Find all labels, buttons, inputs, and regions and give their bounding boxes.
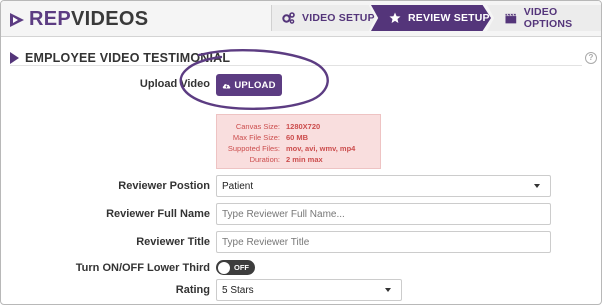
reviewer-title-input[interactable]: Type Reviewer Title <box>216 231 551 253</box>
reviewer-title-placeholder: Type Reviewer Title <box>222 236 310 248</box>
info-row: Max File Size: 60 MB <box>217 133 382 142</box>
app-window: REP VIDEOS VIDEO SETUP REVIEW SETUP VIDE… <box>0 0 602 305</box>
reviewer-position-value: Patient <box>222 180 254 192</box>
help-icon[interactable]: ? <box>585 52 597 64</box>
toggle-knob <box>218 261 230 274</box>
info-row: Suppoted Files: mov, avi, wmv, mp4 <box>217 144 382 153</box>
upload-video-label: Upload Video <box>139 78 210 90</box>
section-title: EMPLOYEE VIDEO TESTIMONIAL <box>10 51 230 65</box>
step-review-setup-label: REVIEW SETUP <box>408 12 490 24</box>
rating-select[interactable]: 5 Stars <box>216 279 402 301</box>
reviewer-full-name-input[interactable]: Type Reviewer Full Name... <box>216 203 551 225</box>
lower-third-state: OFF <box>234 263 249 272</box>
cloud-upload-icon <box>223 83 231 88</box>
info-key: Canvas Size: <box>235 122 280 131</box>
info-row: Duration: 2 min max <box>217 155 382 164</box>
upload-button-label: UPLOAD <box>234 79 276 91</box>
info-key: Duration: <box>249 155 280 164</box>
info-value: 1280X720 <box>286 122 321 131</box>
brand-rep: REP <box>29 8 72 30</box>
info-value: mov, avi, wmv, mp4 <box>286 144 356 153</box>
play-logo-icon <box>10 12 24 27</box>
step-video-options[interactable]: VIDEO OPTIONS <box>487 5 601 31</box>
rating-label: Rating <box>175 284 210 296</box>
upload-button[interactable]: UPLOAD <box>216 74 282 96</box>
section-divider <box>10 65 582 66</box>
lower-third-label: Turn ON/OFF Lower Third <box>75 262 210 274</box>
reviewer-position-select[interactable]: Patient <box>216 175 551 197</box>
step-review-setup[interactable]: REVIEW SETUP <box>371 5 491 31</box>
reviewer-full-name-placeholder: Type Reviewer Full Name... <box>222 208 345 220</box>
lower-third-toggle[interactable]: OFF <box>216 260 255 275</box>
gears-icon <box>282 12 295 24</box>
rating-value: 5 Stars <box>222 284 254 296</box>
section-caret-icon <box>10 52 19 64</box>
info-value: 2 min max <box>286 155 323 164</box>
chevron-down-icon <box>385 288 391 292</box>
star-icon <box>389 12 401 23</box>
reviewer-full-name-label: Reviewer Full Name <box>106 208 210 220</box>
step-video-setup-label: VIDEO SETUP <box>302 12 375 24</box>
info-key: Suppoted Files: <box>227 144 280 153</box>
reviewer-title-label: Reviewer Title <box>136 236 210 248</box>
info-value: 60 MB <box>286 133 309 142</box>
film-icon <box>505 13 517 23</box>
step-video-options-label: VIDEO OPTIONS <box>523 6 573 30</box>
header: REP VIDEOS VIDEO SETUP REVIEW SETUP VIDE… <box>1 1 601 37</box>
upload-requirements-box: Canvas Size: 1280X720 Max File Size: 60 … <box>216 114 381 169</box>
brand-logo[interactable]: REP VIDEOS <box>8 8 148 31</box>
section-title-text: EMPLOYEE VIDEO TESTIMONIAL <box>25 51 231 65</box>
reviewer-position-label: Reviewer Postion <box>118 180 210 192</box>
step-video-setup[interactable]: VIDEO SETUP <box>271 5 375 31</box>
info-row: Canvas Size: 1280X720 <box>217 122 382 131</box>
info-key: Max File Size: <box>232 133 280 142</box>
chevron-down-icon <box>534 184 540 188</box>
brand-videos: VIDEOS <box>71 8 149 30</box>
